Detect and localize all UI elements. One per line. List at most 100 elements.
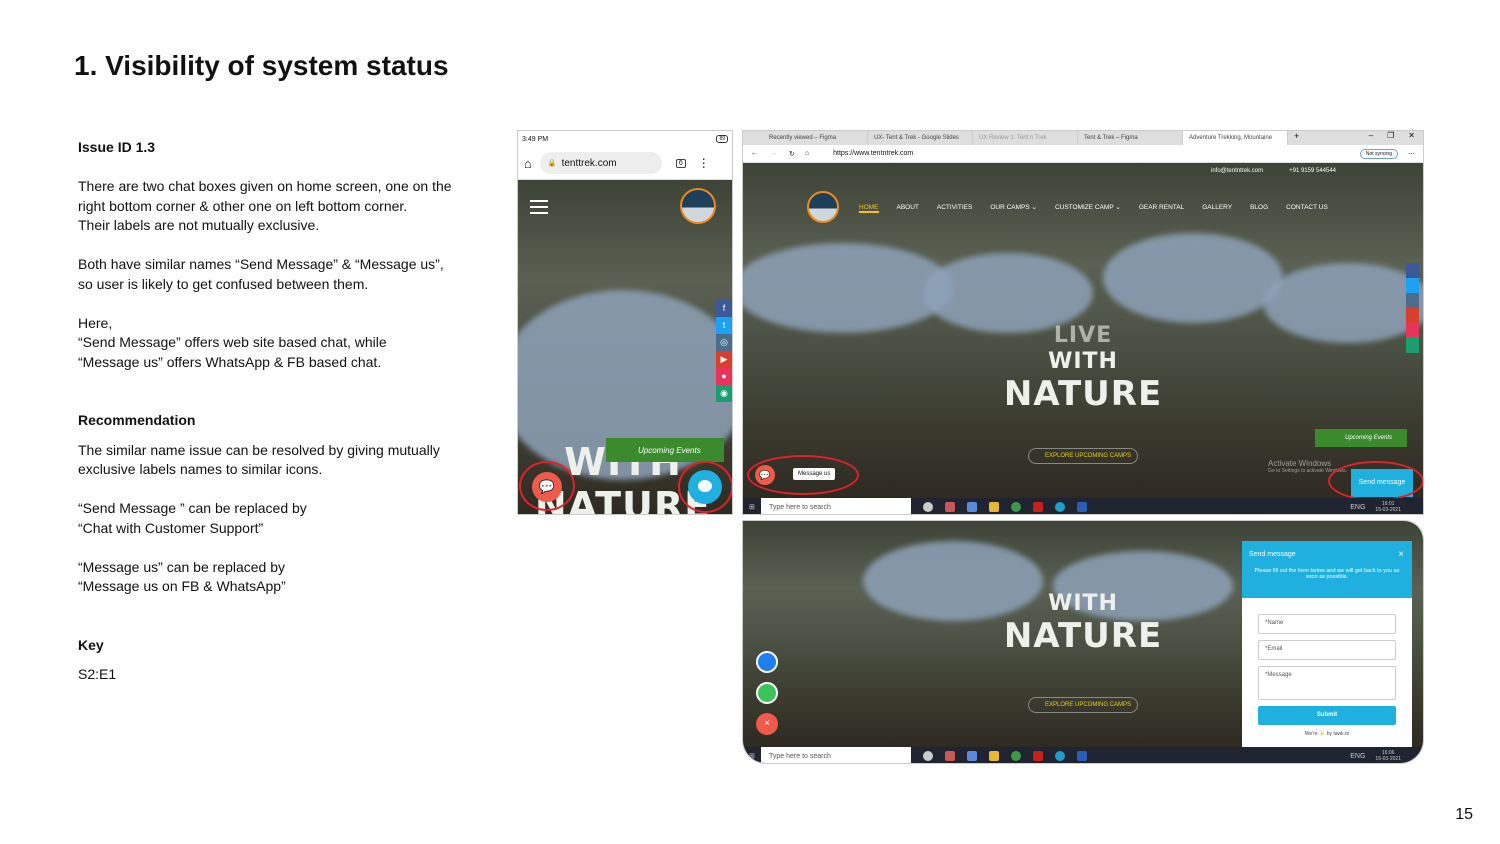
issue-text: “Message us” offers WhatsApp & FB based …: [78, 353, 382, 370]
file-explorer-icon[interactable]: [989, 502, 999, 512]
word-icon[interactable]: [1077, 502, 1087, 512]
social-bar: [1406, 263, 1419, 353]
browser-tab-active[interactable]: Adventure Trekking, Mountaine: [1183, 131, 1288, 145]
message-textarea[interactable]: *Message: [1258, 666, 1396, 700]
new-tab-button[interactable]: +: [1288, 131, 1305, 145]
twitter-icon[interactable]: t: [716, 317, 732, 334]
desktop-hero: WITH NATURE EXPLORE UPCOMING CAMPS × Sen…: [743, 521, 1423, 747]
whatsapp-button[interactable]: [756, 682, 778, 704]
close-icon[interactable]: ✕: [1408, 131, 1415, 145]
page-number: 15: [1455, 806, 1473, 823]
hamburger-menu-icon[interactable]: [530, 200, 548, 214]
issue-panel: Issue ID 1.3 There are two chat boxes gi…: [78, 138, 458, 704]
rec-text: The similar name issue can be resolved b…: [78, 441, 440, 478]
minimize-icon[interactable]: –: [1369, 131, 1373, 145]
app-icon[interactable]: [945, 502, 955, 512]
mobile-browser-bar: ⌂ 🔒 tenttrek.com 6 ⋮: [518, 147, 732, 180]
highlight-circle: [1328, 461, 1423, 501]
powered-by[interactable]: We’re ⚡ by tawk.to: [1242, 731, 1412, 737]
key-heading: Key: [78, 636, 104, 653]
chrome-icon[interactable]: [1011, 502, 1021, 512]
cortana-icon[interactable]: [923, 751, 933, 761]
nav-blog[interactable]: BLOG: [1250, 204, 1268, 211]
explore-camps-button[interactable]: EXPLORE UPCOMING CAMPS: [1028, 448, 1138, 464]
reload-icon[interactable]: ↻: [789, 150, 795, 158]
name-input[interactable]: *Name: [1258, 614, 1396, 634]
acrobat-icon[interactable]: [1033, 502, 1043, 512]
nav-activities[interactable]: ACTIVITIES: [937, 204, 972, 211]
taskbar-search[interactable]: Type here to search: [761, 747, 911, 763]
nav-our-camps[interactable]: OUR CAMPS ⌄: [990, 204, 1037, 211]
messenger-button[interactable]: [756, 651, 778, 673]
close-icon[interactable]: ×: [1398, 549, 1404, 560]
clock[interactable]: 16:01 15-03-2021: [1375, 501, 1401, 513]
more-menu-icon[interactable]: ⋯: [1408, 150, 1415, 158]
nav-about[interactable]: ABOUT: [897, 204, 919, 211]
browser-tab[interactable]: UX Review 1: Tent n Trek: [973, 131, 1078, 145]
edge-icon[interactable]: [1055, 751, 1065, 761]
file-explorer-icon[interactable]: [989, 751, 999, 761]
nav-gallery[interactable]: GALLERY: [1202, 204, 1232, 211]
email-input[interactable]: *Email: [1258, 640, 1396, 660]
twitter-icon[interactable]: [1406, 278, 1419, 293]
nav-home[interactable]: HOME: [859, 204, 879, 213]
clock[interactable]: 16:06 15-03-2021: [1375, 750, 1401, 762]
instagram-icon[interactable]: ◎: [716, 334, 732, 351]
more-menu-icon[interactable]: ⋮: [698, 156, 710, 170]
tripadvisor-icon[interactable]: ◉: [716, 385, 732, 402]
home-icon[interactable]: ⌂: [524, 156, 532, 171]
explore-camps-button[interactable]: EXPLORE UPCOMING CAMPS: [1028, 697, 1138, 713]
restore-icon[interactable]: ❐: [1387, 131, 1394, 145]
browser-tab[interactable]: Tent & Trek – Figma: [1078, 131, 1183, 145]
home-icon[interactable]: ⌂: [805, 150, 809, 157]
address-bar: ← → ↻ ⌂ https://www.tentntrek.com Not synci…: [743, 145, 1423, 163]
app-icon[interactable]: [967, 502, 977, 512]
mobile-hero: WITH NATURE Upcoming Events f t ◎ ▶ ● ◉ …: [518, 180, 732, 514]
rec-text: “Message us” can be replaced by: [78, 558, 285, 575]
nav-customize-camp[interactable]: CUSTOMIZE CAMP ⌄: [1055, 204, 1121, 211]
forward-icon[interactable]: →: [770, 150, 777, 157]
chrome-icon[interactable]: [1011, 751, 1021, 761]
instagram-icon[interactable]: [1406, 293, 1419, 308]
upcoming-events-badge[interactable]: Upcoming Events: [1315, 429, 1407, 447]
mobile-url-bar[interactable]: 🔒 tenttrek.com: [539, 152, 662, 174]
email-contact[interactable]: info@tentntrek.com: [1211, 168, 1263, 174]
lang-indicator[interactable]: ENG: [1350, 753, 1365, 760]
back-icon[interactable]: ←: [751, 150, 758, 157]
cortana-icon[interactable]: [923, 502, 933, 512]
facebook-icon[interactable]: [1406, 263, 1419, 278]
browser-tab[interactable]: UX- Tent & Trek - Google Slides: [868, 131, 973, 145]
browser-tab-bar: Recently viewed – Figma UX- Tent & Trek …: [743, 131, 1423, 145]
lang-indicator[interactable]: ENG: [1350, 504, 1365, 511]
taskbar-search[interactable]: Type here to search: [761, 498, 911, 514]
facebook-icon[interactable]: f: [716, 300, 732, 317]
tabs-count-button[interactable]: 6: [675, 158, 686, 168]
youtube-icon[interactable]: ▶: [716, 351, 732, 368]
pinterest-icon[interactable]: ●: [716, 368, 732, 385]
windows-start-icon[interactable]: ⊞: [749, 503, 755, 511]
tab-actions-icon[interactable]: [743, 131, 763, 145]
hero-line: NATURE: [1003, 374, 1163, 414]
browser-tab[interactable]: Recently viewed – Figma: [763, 131, 868, 145]
word-icon[interactable]: [1077, 751, 1087, 761]
battery-icon: 89: [716, 135, 728, 143]
lock-icon: 🔒: [547, 160, 557, 167]
desktop-hero: info@tentntrek.com +91 9159 544544 HOME AB…: [743, 163, 1423, 501]
nav-gear-rental[interactable]: GEAR RENTAL: [1139, 204, 1184, 211]
youtube-icon[interactable]: [1406, 308, 1419, 323]
pinterest-icon[interactable]: [1406, 323, 1419, 338]
phone-contact[interactable]: +91 9159 544544: [1289, 168, 1336, 174]
sync-button[interactable]: Not syncing: [1359, 148, 1398, 159]
upcoming-events-label: Upcoming Events: [638, 445, 701, 455]
tripadvisor-icon[interactable]: [1406, 338, 1419, 353]
windows-start-icon[interactable]: ⊞: [749, 752, 755, 760]
app-icon[interactable]: [945, 751, 955, 761]
upcoming-events-badge[interactable]: Upcoming Events: [606, 438, 724, 462]
acrobat-icon[interactable]: [1033, 751, 1043, 761]
close-chat-button[interactable]: ×: [756, 713, 778, 735]
edge-icon[interactable]: [1055, 502, 1065, 512]
app-icon[interactable]: [967, 751, 977, 761]
nav-contact-us[interactable]: CONTACT US: [1286, 204, 1328, 211]
submit-button[interactable]: Submit: [1258, 706, 1396, 725]
url-input[interactable]: https://www.tentntrek.com: [833, 150, 1223, 157]
